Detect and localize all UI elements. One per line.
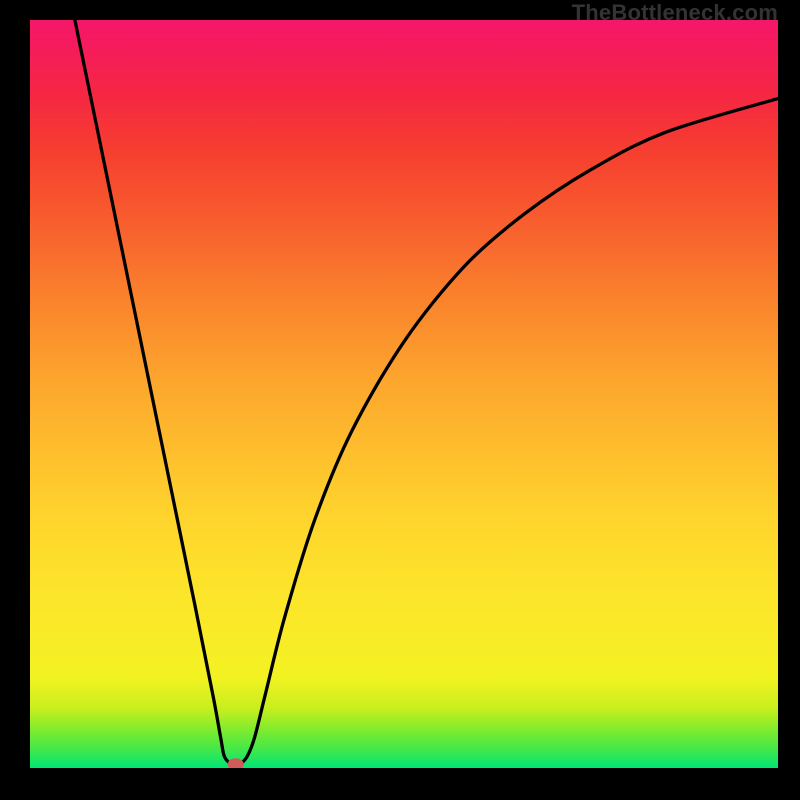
- bottleneck-curve: [75, 20, 778, 765]
- minimum-marker: [228, 758, 244, 768]
- chart-svg: [30, 20, 778, 768]
- chart-root: TheBottleneck.com: [0, 0, 800, 800]
- plot-area: [30, 20, 778, 768]
